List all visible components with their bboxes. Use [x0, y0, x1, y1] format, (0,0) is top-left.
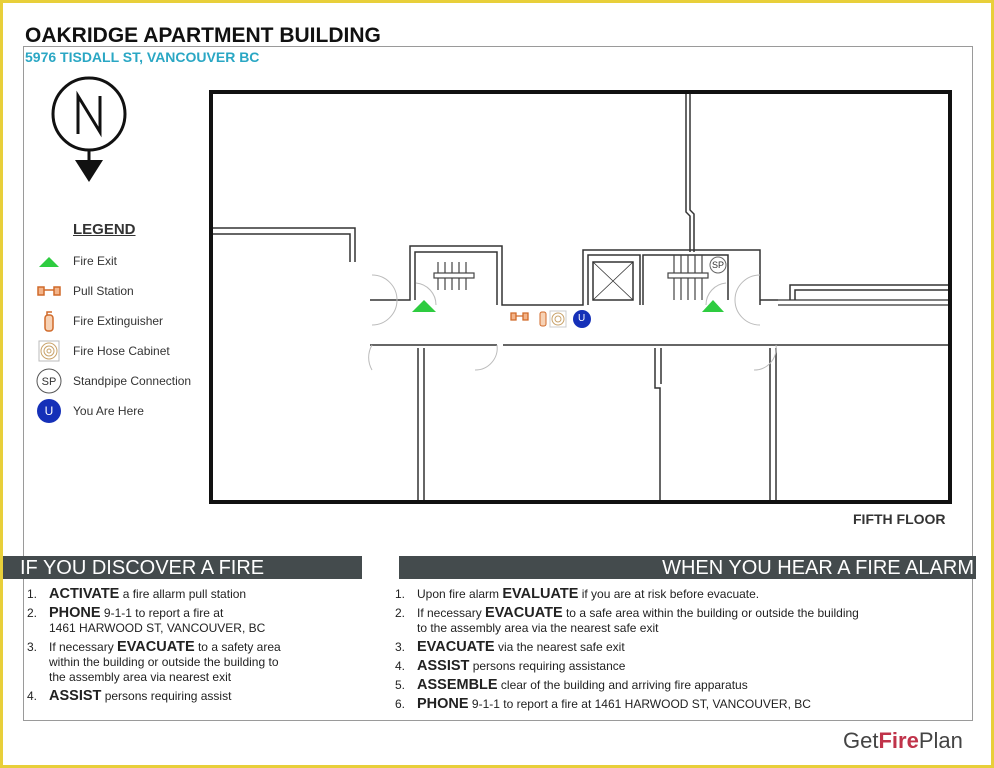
list-item: 1. Upon fire alarm EVALUATE if you are at… — [395, 586, 760, 602]
list-item: 5. ASSEMBLE clear of the building and arr… — [395, 677, 748, 693]
list-item: 4. ASSIST persons requiring assist — [27, 688, 232, 704]
list-item: 2. If necessary EVACUATE to a safe area w… — [395, 605, 859, 636]
discover-list: 1. ACTIVATE a fire allarm pull station 2.… — [27, 587, 357, 708]
list-item: 3. If necessary EVACUATE to a safety area… — [27, 639, 281, 685]
floor-label: FIFTH FLOOR — [853, 511, 946, 527]
fire-exit-icon — [412, 300, 436, 312]
fire-exit-icon — [702, 300, 724, 312]
list-item: 3. EVACUATE via the nearest safe exit — [395, 639, 625, 655]
fire-extinguisher-icon — [539, 311, 547, 327]
discover-header: IF YOU DISCOVER A FIRE — [3, 556, 362, 579]
you-are-here-label: U — [578, 313, 586, 324]
list-item: 6. PHONE 9-1-1 to report a fire at 1461 H… — [395, 696, 811, 712]
pull-station-icon — [510, 312, 529, 321]
standpipe-label: SP — [712, 260, 725, 270]
fire-hose-icon — [549, 310, 567, 328]
list-item: 2. PHONE 9-1-1 to report a fire at 1461 HA… — [27, 605, 266, 636]
list-item: 4. ASSIST persons requiring assistance — [395, 658, 626, 674]
getfireplan-logo: GetFirePlan — [843, 728, 963, 753]
alarm-header: WHEN YOU HEAR A FIRE ALARM — [399, 556, 976, 579]
alarm-list: 1. Upon fire alarm EVALUATE if you are at… — [395, 587, 965, 716]
list-item: 1. ACTIVATE a fire allarm pull station — [27, 586, 247, 602]
